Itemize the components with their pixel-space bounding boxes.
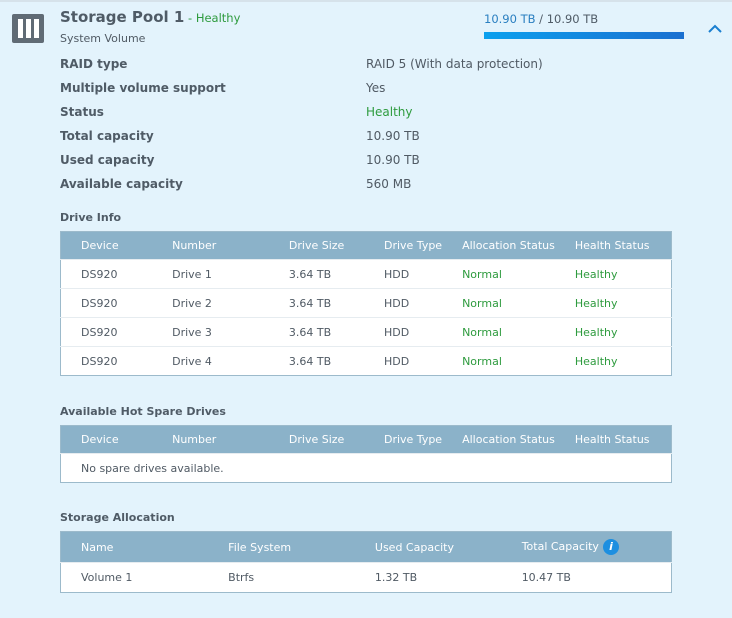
- table-cell: Volume 1: [60, 562, 209, 593]
- usage-bar: [484, 32, 684, 39]
- column-header[interactable]: Device: [60, 425, 153, 454]
- table-cell: DS920: [60, 346, 153, 376]
- table-cell: Drive 2: [152, 288, 269, 318]
- allocation-table: Name File System Used Capacity Total Capaci…: [60, 531, 672, 593]
- detail-value: Yes: [366, 81, 386, 95]
- hot-spare-title: Available Hot Spare Drives: [60, 405, 226, 418]
- table-cell: DS920: [60, 259, 153, 289]
- allocation-title: Storage Allocation: [60, 511, 175, 524]
- detail-label: RAID type: [60, 57, 128, 71]
- table-cell: Btrfs: [208, 562, 355, 593]
- table-row[interactable]: Volume 1 Btrfs 1.32 TB 10.47 TB: [60, 562, 672, 593]
- column-header[interactable]: Total Capacity i: [501, 531, 672, 563]
- table-cell: Drive 3: [152, 317, 269, 347]
- detail-label: Total capacity: [60, 129, 154, 143]
- column-header[interactable]: Drive Type: [363, 231, 443, 260]
- column-header[interactable]: Device: [60, 231, 153, 260]
- table-row[interactable]: DS920 Drive 3 3.64 TB HDD Normal Healthy: [60, 317, 672, 347]
- column-header[interactable]: Used Capacity: [354, 531, 502, 563]
- column-header[interactable]: Number: [152, 425, 269, 454]
- column-header[interactable]: Name: [60, 531, 209, 563]
- column-header[interactable]: Drive Size: [268, 425, 364, 454]
- chevron-up-icon[interactable]: [706, 20, 724, 38]
- detail-label: Multiple volume support: [60, 81, 226, 95]
- column-header[interactable]: Allocation Status: [442, 425, 555, 454]
- detail-value: 10.90 TB: [366, 153, 420, 167]
- drive-info-table: Device Number Drive Size Drive Type Allocati…: [60, 231, 672, 376]
- table-cell: Healthy: [554, 288, 672, 318]
- detail-label: Used capacity: [60, 153, 155, 167]
- pool-status: Healthy: [195, 11, 241, 25]
- table-cell: 3.64 TB: [268, 259, 364, 289]
- info-icon[interactable]: i: [602, 539, 619, 555]
- detail-value: 560 MB: [366, 177, 412, 191]
- table-cell: Normal: [442, 317, 555, 347]
- detail-label: Available capacity: [60, 177, 183, 191]
- column-header[interactable]: Health Status: [554, 231, 672, 260]
- detail-value: 10.90 TB: [366, 129, 420, 143]
- table-cell: Normal: [442, 288, 555, 318]
- table-cell: Normal: [442, 346, 555, 376]
- table-cell: 3.64 TB: [268, 288, 364, 318]
- usage-bar-fill: [484, 32, 684, 39]
- pool-title: Storage Pool 1 - Healthy: [60, 8, 241, 26]
- column-header[interactable]: File System: [208, 531, 355, 563]
- table-cell: 1.32 TB: [354, 562, 502, 593]
- drive-info-title: Drive Info: [60, 211, 122, 224]
- table-cell: Healthy: [554, 259, 672, 289]
- table-cell: 3.64 TB: [268, 346, 364, 376]
- table-row[interactable]: DS920 Drive 2 3.64 TB HDD Normal Healthy: [60, 288, 672, 318]
- table-cell: HDD: [363, 346, 443, 376]
- table-cell: 3.64 TB: [268, 317, 364, 347]
- table-cell: 10.47 TB: [501, 562, 672, 593]
- column-header[interactable]: Drive Type: [363, 425, 443, 454]
- hot-spare-table: Device Number Drive Size Drive Type Allocati…: [60, 425, 672, 483]
- table-cell: Normal: [442, 259, 555, 289]
- table-row[interactable]: DS920 Drive 1 3.64 TB HDD Normal Healthy: [60, 259, 672, 289]
- detail-value: RAID 5 (With data protection): [366, 57, 543, 71]
- storage-pool-icon: [12, 14, 44, 43]
- detail-label: Status: [60, 105, 104, 119]
- table-cell: DS920: [60, 317, 153, 347]
- table-cell: DS920: [60, 288, 153, 318]
- table-cell: Healthy: [554, 346, 672, 376]
- detail-value: Healthy: [366, 105, 413, 119]
- table-cell: Drive 1: [152, 259, 269, 289]
- table-cell: HDD: [363, 288, 443, 318]
- pool-subtitle: System Volume: [60, 32, 146, 45]
- table-cell: HDD: [363, 259, 443, 289]
- table-cell: Healthy: [554, 317, 672, 347]
- table-cell: Drive 4: [152, 346, 269, 376]
- usage-text: 10.90 TB / 10.90 TB: [484, 12, 599, 26]
- column-header[interactable]: Drive Size: [268, 231, 364, 260]
- empty-message: No spare drives available.: [60, 453, 672, 483]
- column-header[interactable]: Health Status: [554, 425, 672, 454]
- column-header[interactable]: Number: [152, 231, 269, 260]
- table-row[interactable]: DS920 Drive 4 3.64 TB HDD Normal Healthy: [60, 346, 672, 376]
- table-cell: HDD: [363, 317, 443, 347]
- column-header[interactable]: Allocation Status: [442, 231, 555, 260]
